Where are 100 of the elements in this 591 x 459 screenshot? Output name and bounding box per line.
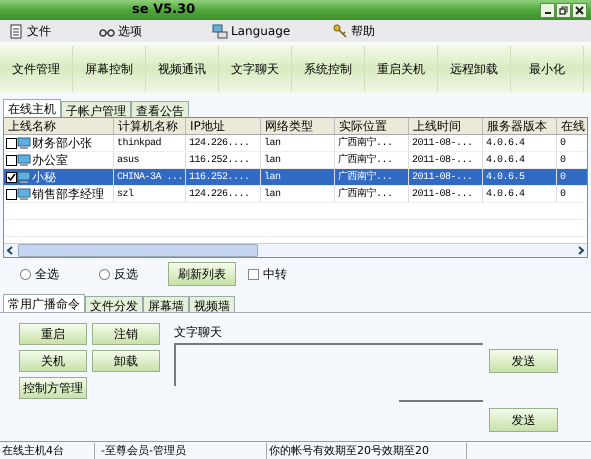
table-cell: 办公室: [32, 152, 68, 168]
computer-icon: [17, 188, 31, 200]
key-icon: [332, 23, 348, 39]
table-cell-text: lan: [263, 154, 282, 168]
computer-icon: [17, 136, 31, 150]
table-cell-text: 广西南宁...: [337, 186, 394, 202]
table-row[interactable]: 小秘 CHINA-3A ... 116.252.... lan 广西南宁... 2011-08-... 4.0.6.5 0: [4, 169, 587, 186]
computer-icon: [17, 154, 31, 166]
status-text: 你的帐号有效期至20号效期至20: [267, 442, 467, 458]
table-cell-text: 2011-08-...: [411, 170, 474, 184]
minimize-button[interactable]: [540, 2, 555, 18]
table-cell-text: 4.0.6.4: [485, 188, 526, 202]
chat-label: 文字聊天: [174, 324, 223, 339]
table-cell: 小秘: [32, 169, 56, 185]
table-cell-text: 2011-08-...: [411, 188, 474, 202]
computer-icon: [17, 170, 31, 184]
table-cell: 销售部李经理: [32, 186, 104, 202]
send-button[interactable]: 发送: [489, 408, 558, 432]
computer-icon: [212, 23, 228, 39]
toolbar-button[interactable]: 远程卸载: [438, 46, 511, 92]
table-row[interactable]: 财务部小张 thinkpad 124.226.... lan 广西南宁... 2011-08-... 4.0.6.4 0: [4, 135, 587, 152]
table-cell-text: 广西南宁...: [337, 152, 394, 168]
table-cell-text: lan: [263, 170, 282, 184]
table-cell-text: CHINA-3A ...: [116, 170, 184, 184]
table-cell: 财务部小张: [32, 135, 92, 151]
send-button[interactable]: 发送: [489, 349, 558, 373]
toolbar-button[interactable]: 重启关机: [365, 46, 438, 92]
checkbox[interactable]: [6, 154, 17, 166]
tab[interactable]: 文件分发: [85, 296, 143, 312]
radio-label: 全选: [35, 266, 59, 283]
column-header[interactable]: 在线: [557, 118, 587, 134]
table-cell-text: 0: [559, 136, 567, 150]
table-cell-text: 124.226....: [188, 136, 251, 150]
column-header[interactable]: IP地址: [186, 118, 261, 134]
tab[interactable]: 在线主机: [3, 99, 61, 117]
table-cell-text: 0: [559, 170, 567, 184]
table-cell-text: 广西南宁...: [337, 170, 394, 184]
table-cell-text: 0: [559, 188, 567, 202]
toolbar-button[interactable]: 视频通讯: [146, 46, 219, 92]
table-cell-text: lan: [263, 136, 282, 150]
table-cell-text: 0: [559, 154, 567, 168]
table-cell-text: 124.226....: [188, 188, 251, 202]
close-icon: [574, 4, 585, 16]
tab[interactable]: 查看公告: [131, 101, 189, 117]
close-button[interactable]: [572, 2, 587, 18]
menu-item[interactable]: 选项: [99, 22, 142, 40]
toolbar-button[interactable]: 最小化: [511, 46, 584, 92]
tab[interactable]: 常用广播命令: [3, 294, 85, 312]
table-cell-text: 4.0.6.4: [485, 154, 526, 168]
menu-item[interactable]: 文件: [8, 22, 51, 40]
radio-button[interactable]: 全选: [20, 265, 59, 283]
status-text: -至尊会员-管理员: [95, 442, 267, 458]
column-header[interactable]: 网络类型: [261, 118, 335, 134]
column-header[interactable]: 上线名称: [4, 118, 114, 134]
column-header[interactable]: 计算机名称: [114, 118, 186, 134]
table-cell-text: 4.0.6.4: [485, 136, 526, 150]
command-button[interactable]: 控制方管理: [19, 377, 87, 399]
menu-item[interactable]: Language: [212, 22, 290, 40]
tab[interactable]: 视频墙: [189, 296, 235, 312]
command-button[interactable]: 注销: [92, 323, 160, 345]
status-text: 在线主机4台: [0, 442, 95, 458]
toolbar-button[interactable]: 屏幕控制: [73, 46, 146, 92]
checkbox[interactable]: [6, 138, 17, 148]
checkbox-label: 中转: [263, 266, 287, 283]
tab[interactable]: 屏幕墙: [143, 296, 189, 312]
checkbox-option[interactable]: 中转: [248, 265, 287, 283]
table-cell-text: 116.252....: [188, 154, 251, 168]
table-cell-text: 广西南宁...: [337, 136, 394, 150]
checkbox[interactable]: [248, 268, 259, 280]
restore-icon: [558, 4, 569, 16]
toolbar-button[interactable]: 文件管理: [0, 46, 73, 92]
table-cell-text: 2011-08-...: [411, 154, 474, 168]
command-button[interactable]: 关机: [19, 350, 87, 372]
command-button[interactable]: 重启: [19, 323, 87, 345]
table-cell-text: lan: [263, 188, 282, 202]
tab[interactable]: 子帐户管理: [61, 101, 131, 117]
checkbox[interactable]: [6, 188, 17, 200]
command-button[interactable]: 卸载: [92, 350, 160, 372]
table-cell-text: thinkpad: [116, 136, 162, 150]
radio-label: 反选: [114, 266, 138, 283]
table-cell-text: 116.252....: [188, 170, 251, 184]
column-header[interactable]: 服务器版本: [483, 118, 557, 134]
table-cell-text: szl: [116, 188, 135, 202]
column-header[interactable]: 上线时间: [409, 118, 483, 134]
table-cell-text: 2011-08-...: [411, 136, 474, 150]
radio-button[interactable]: 反选: [99, 265, 138, 283]
column-header[interactable]: 实际位置: [335, 118, 409, 134]
window-title: se V5.30: [132, 1, 196, 20]
toolbar-button[interactable]: 文字聊天: [219, 46, 292, 92]
toolbar-button[interactable]: 系统控制: [292, 46, 365, 92]
table-cell-text: 4.0.6.5: [485, 170, 526, 184]
checkbox[interactable]: [6, 172, 17, 182]
refresh-list-button[interactable]: 刷新列表: [168, 262, 236, 286]
table-cell-text: asus: [116, 154, 140, 168]
restore-button[interactable]: [556, 2, 571, 18]
horizontal-scrollbar[interactable]: [4, 243, 587, 257]
menu-item[interactable]: 帮助: [332, 22, 376, 40]
document-icon: [8, 23, 24, 39]
scrollbar-thumb[interactable]: [18, 244, 258, 257]
checkmark-icon: [7, 172, 16, 182]
